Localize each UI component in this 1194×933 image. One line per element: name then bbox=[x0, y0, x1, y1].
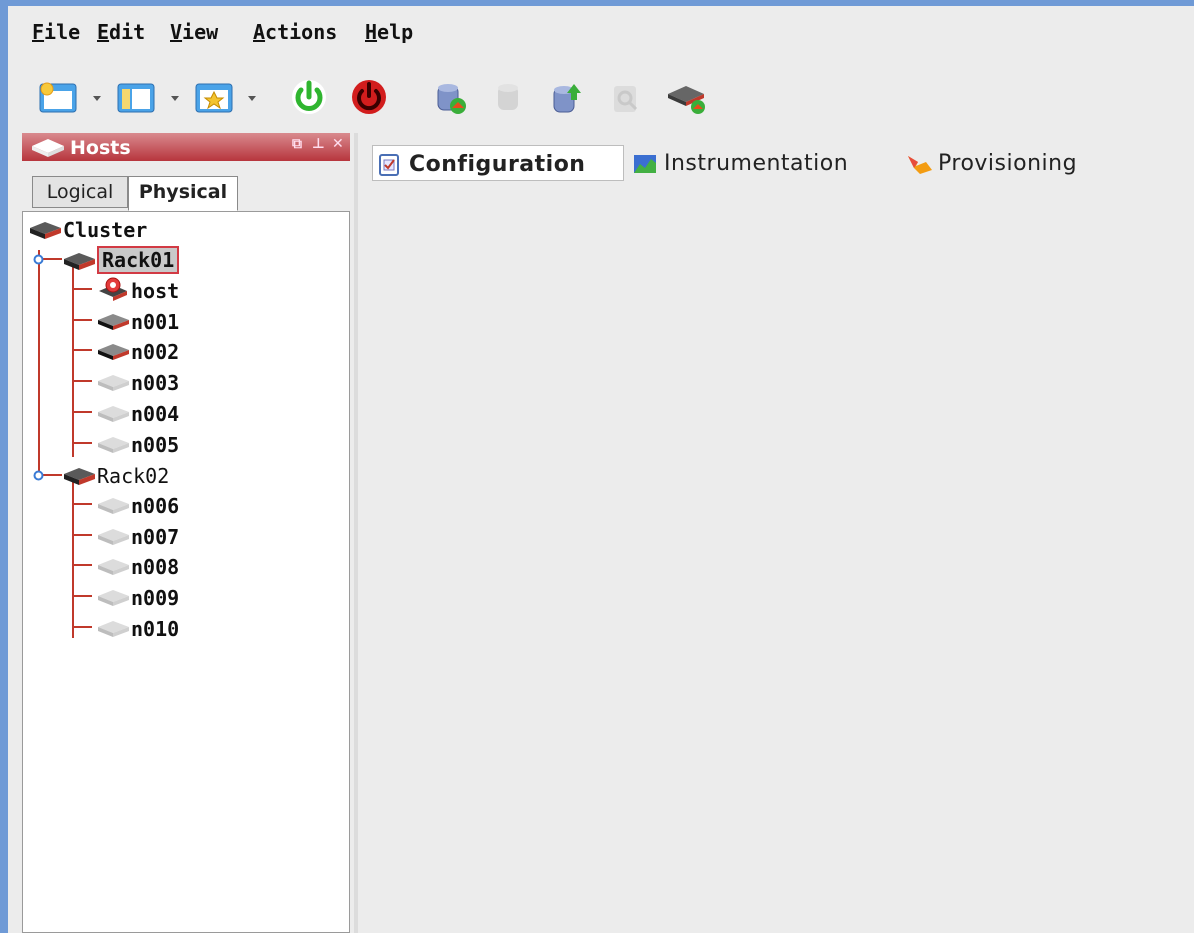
tree-node-label: n004 bbox=[131, 402, 180, 426]
tab-instrumentation[interactable]: Instrumentation bbox=[628, 145, 898, 181]
tree-node-label: Rack01 bbox=[97, 246, 180, 274]
tree-connector bbox=[38, 250, 40, 480]
server-node-inactive-icon bbox=[98, 406, 129, 422]
tree-node-label: n005 bbox=[131, 433, 180, 457]
database-upload-icon[interactable] bbox=[548, 82, 586, 116]
tree-connector bbox=[72, 442, 92, 444]
hosts-tree: Cluster Rack01 host n001 n002 n003 n004 … bbox=[22, 211, 350, 933]
provisioning-icon bbox=[908, 156, 932, 174]
chevron-down-icon[interactable] bbox=[93, 96, 101, 101]
server-node-active-icon bbox=[98, 314, 129, 330]
menu-bar: File Edit View Actions Help bbox=[8, 6, 1194, 56]
database-icon-disabled[interactable] bbox=[490, 82, 528, 116]
checklist-icon bbox=[379, 154, 399, 176]
layout-panel-icon[interactable] bbox=[116, 82, 158, 114]
tab-provisioning[interactable]: Provisioning bbox=[902, 145, 1142, 181]
server-node-inactive-icon bbox=[98, 529, 129, 545]
chart-icon bbox=[634, 155, 656, 173]
tree-connector bbox=[72, 503, 92, 505]
tree-node-label: Rack02 bbox=[97, 464, 170, 488]
hosts-panel-header: Hosts ⧉ ⊥ ✕ bbox=[22, 133, 350, 161]
chevron-down-icon[interactable] bbox=[248, 96, 256, 101]
tree-connector bbox=[72, 626, 92, 628]
tab-label: Provisioning bbox=[938, 151, 1078, 176]
tree-node-label: n001 bbox=[131, 310, 180, 334]
tree-node-label: Cluster bbox=[63, 218, 148, 242]
node-provision-icon[interactable] bbox=[664, 82, 710, 116]
tree-node-label: n010 bbox=[131, 617, 180, 641]
server-node-icon bbox=[32, 139, 64, 157]
tree-node-label: n008 bbox=[131, 555, 180, 579]
favorites-star-icon[interactable] bbox=[194, 82, 236, 114]
tree-node-label: n009 bbox=[131, 586, 180, 610]
server-node-inactive-icon bbox=[98, 559, 129, 575]
rack-icon bbox=[64, 468, 95, 485]
tab-configuration[interactable]: Configuration bbox=[372, 145, 624, 181]
hosts-view-tabs: Logical Physical bbox=[22, 176, 350, 211]
rack-icon bbox=[64, 253, 95, 270]
tree-node-label: host bbox=[131, 279, 180, 303]
menu-help[interactable]: Help bbox=[365, 20, 413, 44]
tree-node-label: n003 bbox=[131, 371, 180, 395]
close-icon[interactable]: ✕ bbox=[332, 136, 344, 152]
server-node-inactive-icon bbox=[98, 621, 129, 637]
tree-node-label: n006 bbox=[131, 494, 180, 518]
server-node-inactive-icon bbox=[98, 375, 129, 391]
menu-edit[interactable]: Edit bbox=[97, 20, 145, 44]
tree-node-label: n007 bbox=[131, 525, 180, 549]
tab-physical[interactable]: Physical bbox=[128, 176, 238, 211]
pin-icon[interactable]: ⊥ bbox=[312, 136, 325, 152]
power-on-icon[interactable] bbox=[290, 78, 328, 116]
server-node-inactive-icon bbox=[98, 437, 129, 453]
tree-connector bbox=[72, 349, 92, 351]
collapse-handle-icon[interactable] bbox=[32, 469, 45, 482]
cluster-icon bbox=[30, 222, 61, 239]
tree-connector bbox=[72, 267, 74, 457]
tree-connector bbox=[72, 288, 92, 290]
collapse-handle-icon[interactable] bbox=[32, 253, 45, 266]
host-head-node-icon bbox=[99, 277, 127, 301]
server-node-inactive-icon bbox=[98, 590, 129, 606]
hosts-panel-title: Hosts bbox=[70, 137, 131, 159]
menu-file[interactable]: File bbox=[32, 20, 80, 44]
server-node-active-icon bbox=[98, 344, 129, 360]
inspect-icon-disabled[interactable] bbox=[608, 82, 646, 116]
hosts-panel: Hosts ⧉ ⊥ ✕ Logical Physical Cluster Rac… bbox=[22, 133, 350, 933]
tab-logical[interactable]: Logical bbox=[32, 176, 128, 208]
tree-connector bbox=[72, 319, 92, 321]
tab-label: Instrumentation bbox=[664, 151, 849, 176]
tree-connector bbox=[72, 411, 92, 413]
database-sync-icon[interactable] bbox=[432, 82, 470, 116]
restore-window-icon[interactable]: ⧉ bbox=[292, 136, 302, 152]
menu-actions[interactable]: Actions bbox=[253, 20, 337, 44]
application-window: File Edit View Actions Help Hosts ⧉ ⊥ ✕ … bbox=[8, 6, 1194, 933]
power-off-icon[interactable] bbox=[350, 78, 388, 116]
chevron-down-icon[interactable] bbox=[171, 96, 179, 101]
tree-connector bbox=[72, 534, 92, 536]
main-content: Configuration Instrumentation Provisioni… bbox=[358, 133, 1194, 933]
toolbar bbox=[8, 56, 1194, 126]
tree-node-label: n002 bbox=[131, 340, 180, 364]
tree-connector bbox=[72, 595, 92, 597]
tree-connector bbox=[72, 380, 92, 382]
tree-connector bbox=[72, 564, 92, 566]
server-node-inactive-icon bbox=[98, 498, 129, 514]
new-window-icon[interactable] bbox=[38, 82, 80, 114]
tab-label: Configuration bbox=[409, 152, 586, 177]
menu-view[interactable]: View bbox=[170, 20, 218, 44]
